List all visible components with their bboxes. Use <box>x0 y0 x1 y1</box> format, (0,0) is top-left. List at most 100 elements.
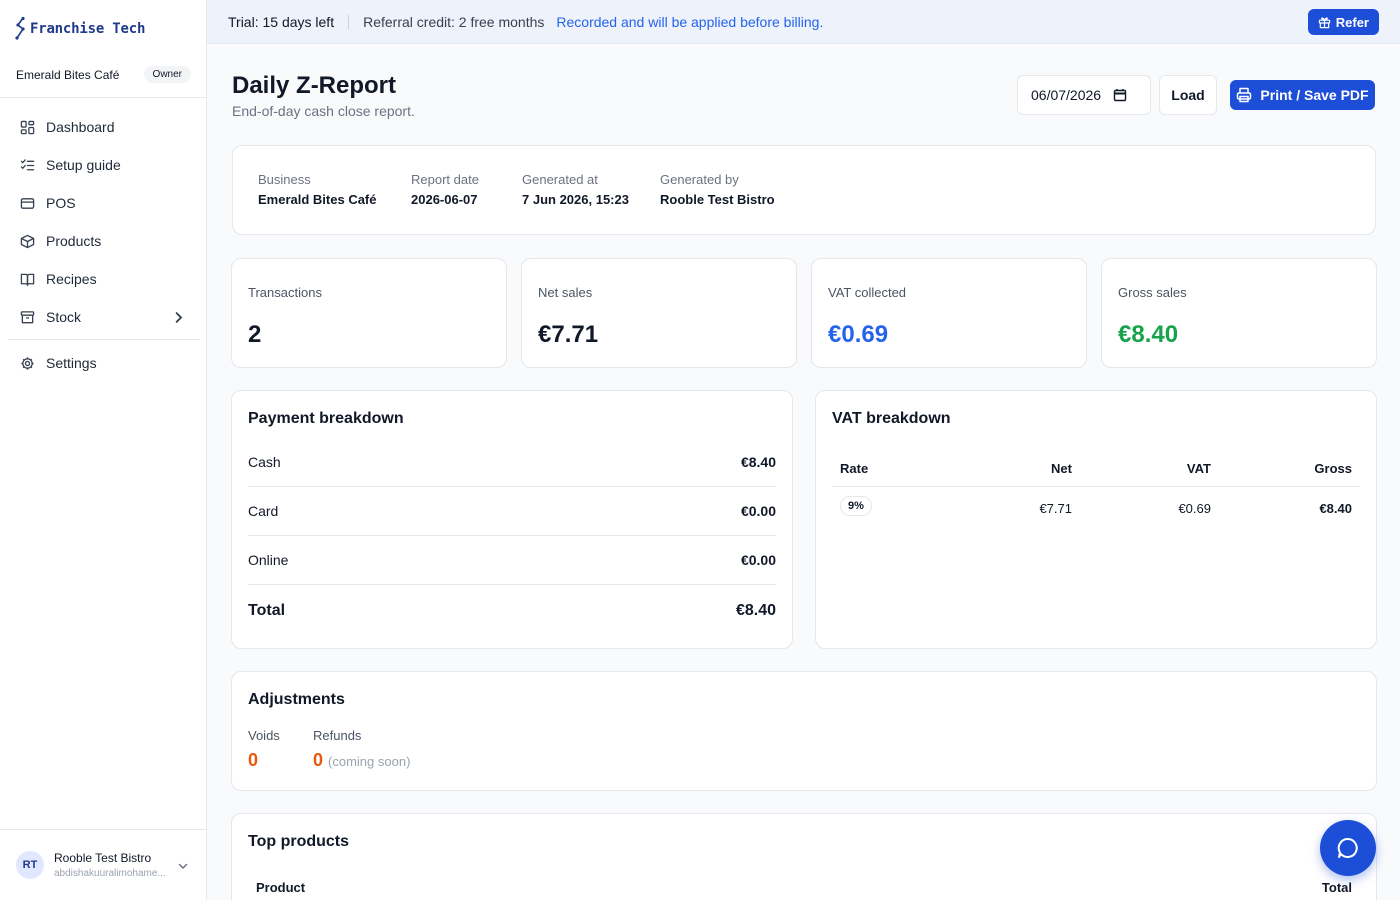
col-vat: VAT <box>1186 461 1211 476</box>
meta-value: 7 Jun 2026, 15:23 <box>522 192 629 207</box>
meta-value: Emerald Bites Café <box>258 192 377 207</box>
avatar: RT <box>16 851 44 879</box>
payment-label: Online <box>248 552 289 568</box>
table-row: 9% €7.71 €0.69 €8.40 <box>832 487 1360 527</box>
rate-badge: 9% <box>840 496 872 516</box>
sidebar-item-stock[interactable]: Stock <box>8 298 200 336</box>
sidebar-item-label: POS <box>46 195 76 211</box>
sidebar-item-pos[interactable]: POS <box>8 184 200 222</box>
payment-row-cash: Cash €8.40 <box>248 438 776 487</box>
checklist-icon <box>20 158 35 170</box>
stat-card-net-sales: Net sales €7.71 <box>521 258 797 368</box>
refunds-value: 0 <box>313 750 324 770</box>
sidebar-item-recipes[interactable]: Recipes <box>8 260 200 298</box>
stat-label: Net sales <box>538 285 593 300</box>
sidebar-nav: Dashboard Setup guide POS Products Recip… <box>8 108 200 382</box>
payment-total-row: Total €8.40 <box>248 602 776 620</box>
stat-card-gross-sales: Gross sales €8.40 <box>1101 258 1377 368</box>
sidebar-item-dashboard[interactable]: Dashboard <box>8 108 200 146</box>
panel-title: Payment breakdown <box>248 410 404 427</box>
payment-label: Cash <box>248 454 281 470</box>
sidebar-separator <box>8 339 200 340</box>
payment-amount: €8.40 <box>740 454 776 470</box>
col-product: Product <box>256 880 306 895</box>
stat-label: Gross sales <box>1118 285 1187 300</box>
gear-icon <box>21 356 34 370</box>
panel-title: VAT breakdown <box>832 410 951 427</box>
archive-icon <box>20 310 35 323</box>
stat-value: €8.40 <box>1118 321 1179 348</box>
user-menu[interactable]: RT Rooble Test Bistro abdishakuuralimoha… <box>0 829 207 900</box>
sidebar-item-label: Stock <box>46 309 82 325</box>
cell-gross: €8.40 <box>1319 501 1352 516</box>
print-save-pdf-button[interactable]: Print / Save PDF <box>1230 80 1375 110</box>
sidebar-item-products[interactable]: Products <box>8 222 200 260</box>
vat-breakdown-card: VAT breakdown Rate Net VAT Gross 9% €7.7… <box>815 390 1377 649</box>
stat-value: €0.69 <box>828 321 889 348</box>
meta-value: Rooble Test Bistro <box>660 192 775 207</box>
print-button-label: Print / Save PDF <box>1260 87 1369 103</box>
chat-bubble-icon <box>1337 837 1358 858</box>
adjustments-card: Adjustments Voids 0 Refunds 0 (coming so… <box>231 671 1377 791</box>
stat-card-transactions: Transactions 2 <box>231 258 507 368</box>
banner-divider <box>348 14 350 29</box>
report-date-input[interactable]: 06/07/2026 <box>1017 75 1151 115</box>
logo-icon <box>15 16 25 40</box>
sidebar-item-label: Dashboard <box>46 119 115 135</box>
adjustment-refunds: Refunds 0 (coming soon) <box>313 728 410 771</box>
meta-generated-at: Generated at 7 Jun 2026, 15:23 <box>522 172 629 207</box>
referral-credit-text: Referral credit: 2 free months <box>363 13 545 30</box>
date-value: 06/07/2026 <box>1031 87 1102 103</box>
book-icon <box>20 273 35 286</box>
calendar-icon <box>1113 89 1127 102</box>
stat-value: €7.71 <box>538 321 599 348</box>
role-badge: Owner <box>143 66 191 83</box>
payment-label: Card <box>248 503 279 519</box>
brand-name: Franchise Tech <box>30 21 146 37</box>
card-icon <box>20 197 35 209</box>
meta-business: Business Emerald Bites Café <box>258 172 377 207</box>
vat-table-header: Rate Net VAT Gross <box>832 447 1360 487</box>
col-net: Net <box>1051 461 1072 476</box>
sidebar-item-label: Products <box>46 233 102 249</box>
stat-label: Transactions <box>248 285 322 300</box>
chevron-down-icon <box>178 863 188 870</box>
chat-button[interactable] <box>1320 820 1376 876</box>
chevron-right-icon <box>175 312 183 323</box>
payment-amount: €0.00 <box>740 503 776 519</box>
brand-logo[interactable]: Franchise Tech <box>14 16 145 42</box>
stat-card-vat-collected: VAT collected €0.69 <box>811 258 1087 368</box>
trial-text: Trial: 15 days left <box>228 13 335 30</box>
total-label: Total <box>248 602 286 619</box>
sidebar-item-label: Setup guide <box>46 157 121 173</box>
page-subtitle: End-of-day cash close report. <box>232 103 415 119</box>
col-gross: Gross <box>1314 461 1352 476</box>
meta-label: Business <box>258 172 311 187</box>
cell-net: €7.71 <box>1039 501 1072 516</box>
payment-amount: €0.00 <box>740 552 776 568</box>
sidebar-item-settings[interactable]: Settings <box>8 344 200 382</box>
sidebar-item-setup-guide[interactable]: Setup guide <box>8 146 200 184</box>
refunds-note: (coming soon) <box>328 754 411 769</box>
meta-generated-by: Generated by Rooble Test Bistro <box>660 172 775 207</box>
panel-title: Adjustments <box>248 691 345 708</box>
payment-row-card: Card €0.00 <box>248 487 776 536</box>
business-switcher[interactable]: Emerald Bites Café Owner <box>16 66 191 83</box>
credit-status-text: Recorded and will be applied before bill… <box>556 13 824 30</box>
gift-icon <box>1318 16 1330 28</box>
refer-button[interactable]: Refer <box>1307 9 1379 35</box>
load-button[interactable]: Load <box>1159 75 1217 115</box>
refunds-label: Refunds <box>313 728 362 743</box>
adjustment-voids: Voids 0 <box>248 728 280 771</box>
payment-row-online: Online €0.00 <box>248 536 776 585</box>
sidebar-item-label: Recipes <box>46 271 97 287</box>
refunds-value-wrap: 0 (coming soon) <box>313 750 410 771</box>
stat-value: 2 <box>248 321 262 348</box>
sidebar: Franchise Tech Emerald Bites Café Owner … <box>0 0 207 900</box>
meta-label: Report date <box>411 172 479 187</box>
cell-vat: €0.69 <box>1178 501 1211 516</box>
total-amount: €8.40 <box>735 602 776 619</box>
dashboard-icon <box>20 120 35 134</box>
refer-button-label: Refer <box>1335 14 1369 30</box>
meta-label: Generated at <box>522 172 598 187</box>
